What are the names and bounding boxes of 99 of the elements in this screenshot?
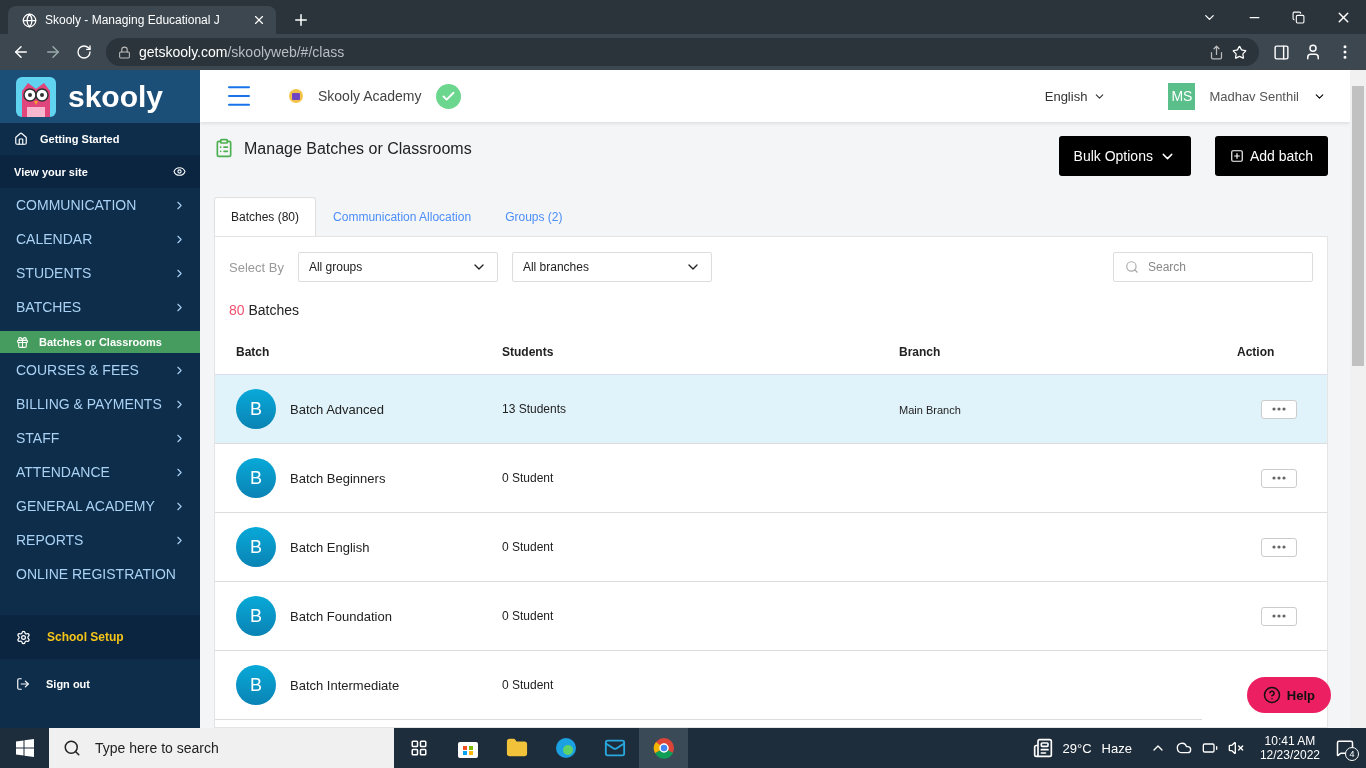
column-header: Batch bbox=[236, 345, 271, 359]
dots-icon bbox=[1272, 407, 1286, 411]
add-button[interactable]: Add batch bbox=[1214, 136, 1328, 176]
batch-avatar: B bbox=[236, 527, 276, 567]
sidebar-menu-item[interactable]: BATCHES bbox=[0, 290, 200, 324]
sidebar-menu-item[interactable]: STAFF bbox=[0, 421, 200, 455]
folder-icon[interactable] bbox=[505, 737, 528, 759]
cloud-icon[interactable] bbox=[1175, 740, 1192, 756]
owl-logo-icon bbox=[16, 76, 56, 117]
plus-icon bbox=[1229, 149, 1244, 163]
school-setup-link[interactable]: School Setup bbox=[0, 615, 200, 659]
clock-date: 12/23/2022 bbox=[1259, 748, 1320, 762]
student-count: 0 Student bbox=[502, 471, 555, 485]
batch-avatar: B bbox=[236, 665, 276, 705]
share-icon[interactable] bbox=[1209, 44, 1224, 60]
batch-name: Batch English bbox=[290, 539, 370, 555]
new-tab-icon[interactable] bbox=[292, 11, 310, 29]
dots-icon bbox=[1272, 614, 1286, 618]
sidebar-menu-item[interactable]: BILLING & PAYMENTS bbox=[0, 387, 200, 421]
batch-avatar: B bbox=[236, 458, 276, 498]
globe-icon bbox=[22, 12, 37, 28]
student-count: 0 Student bbox=[502, 678, 555, 692]
weather-text: Haze bbox=[1101, 740, 1132, 756]
sidebar-menu-item[interactable]: REPORTS bbox=[0, 523, 200, 557]
restore-icon[interactable] bbox=[1292, 10, 1305, 24]
news-icon[interactable] bbox=[1032, 738, 1053, 758]
student-count: 0 Student bbox=[502, 609, 555, 623]
mail-icon[interactable] bbox=[603, 737, 626, 759]
lock-icon bbox=[118, 45, 131, 59]
clock-time: 10:41 AM bbox=[1264, 734, 1316, 748]
notification-count: 4 bbox=[1345, 747, 1359, 761]
sidebar-menu-item[interactable]: ATTENDANCE bbox=[0, 455, 200, 489]
taskbar-search-field[interactable]: Type here to search bbox=[49, 728, 394, 768]
dropdown-button[interactable]: Bulk Options bbox=[1058, 136, 1191, 176]
bookmark-star-icon[interactable] bbox=[1232, 44, 1247, 60]
filter-label: Select By bbox=[229, 259, 284, 275]
forward-icon[interactable] bbox=[44, 43, 62, 61]
table-row[interactable]: B Batch Advanced 13 Students Main Branch bbox=[215, 375, 1327, 444]
sidebar-menu-item[interactable]: CALENDAR bbox=[0, 222, 200, 256]
dots-icon bbox=[1272, 545, 1286, 549]
side-panel-icon[interactable] bbox=[1273, 43, 1290, 61]
batch-name: Batch Advanced bbox=[290, 401, 384, 417]
sign-out-icon bbox=[16, 677, 30, 691]
sidebar-menu-item[interactable]: GENERAL ACADEMY bbox=[0, 489, 200, 523]
profile-icon[interactable] bbox=[1304, 43, 1322, 61]
batch-avatar: B bbox=[236, 389, 276, 429]
academy-logo-icon bbox=[288, 88, 304, 104]
search-icon bbox=[1125, 260, 1139, 274]
browser-swirl-icon[interactable] bbox=[554, 737, 577, 759]
batch-name: Batch Beginners bbox=[290, 470, 386, 486]
column-header: Students bbox=[502, 345, 555, 359]
user-name[interactable]: Madhav Senthil bbox=[1209, 88, 1299, 104]
sidebar-menu-item[interactable]: STUDENTS bbox=[0, 256, 200, 290]
student-count: 0 Student bbox=[502, 540, 555, 554]
battery-icon[interactable] bbox=[1201, 740, 1218, 756]
search-icon bbox=[63, 739, 81, 757]
chrome-icon[interactable] bbox=[652, 737, 675, 759]
task-view-icon[interactable] bbox=[409, 739, 428, 757]
address-bar[interactable]: getskooly.com/skoolyweb/#/class bbox=[106, 38, 1259, 66]
filter-dropdown[interactable]: All groups bbox=[297, 252, 498, 282]
student-count: 13 Students bbox=[502, 402, 568, 416]
user-avatar: MS bbox=[1168, 82, 1196, 110]
branch-name: Main Branch bbox=[899, 404, 961, 416]
page-title: Manage Batches or Classrooms bbox=[244, 140, 472, 158]
view-site-link[interactable]: View your site bbox=[0, 155, 200, 188]
browser-tab[interactable]: Skooly - Managing Educational J bbox=[8, 6, 276, 34]
windows-logo-icon[interactable] bbox=[15, 739, 34, 757]
academy-name: Skooly Academy bbox=[318, 88, 422, 104]
help-icon bbox=[1262, 686, 1281, 704]
muted-speaker-icon[interactable] bbox=[1227, 740, 1244, 756]
scrollbar[interactable] bbox=[1350, 70, 1366, 728]
filter-dropdown[interactable]: All branches bbox=[511, 252, 712, 282]
sidebar-menu-item[interactable]: COMMUNICATION bbox=[0, 188, 200, 222]
batch-count: 80 Batches bbox=[228, 301, 301, 318]
batch-name: Batch Intermediate bbox=[290, 677, 400, 693]
help-button[interactable]: Help bbox=[1246, 677, 1331, 713]
sidebar-menu-item[interactable]: COURSES & FEES bbox=[0, 353, 200, 387]
column-header: Branch bbox=[899, 345, 942, 359]
language-selector[interactable]: English bbox=[1044, 88, 1107, 104]
temperature: 29°C bbox=[1062, 740, 1092, 756]
logo-text: skooly bbox=[68, 79, 164, 114]
close-icon[interactable] bbox=[252, 13, 266, 27]
reload-icon[interactable] bbox=[76, 44, 92, 60]
sidebar-item[interactable]: Getting Started bbox=[0, 123, 200, 155]
tab[interactable]: Batches (80) bbox=[214, 197, 317, 236]
batch-avatar: B bbox=[236, 596, 276, 636]
clipboard-icon bbox=[214, 138, 234, 158]
search-field[interactable]: Search bbox=[1113, 252, 1313, 282]
eye-icon bbox=[173, 165, 186, 178]
dots-icon bbox=[1272, 476, 1286, 480]
batch-name: Batch Foundation bbox=[290, 608, 392, 624]
back-icon[interactable] bbox=[12, 43, 30, 61]
column-header: Action bbox=[1237, 345, 1276, 359]
verified-icon bbox=[435, 83, 461, 109]
box-icon bbox=[16, 335, 29, 349]
settings-icon bbox=[16, 629, 31, 645]
sign-out-link[interactable]: Sign out bbox=[0, 659, 200, 709]
home-icon bbox=[14, 132, 28, 146]
sidebar-menu-item[interactable]: ONLINE REGISTRATION bbox=[0, 557, 200, 591]
